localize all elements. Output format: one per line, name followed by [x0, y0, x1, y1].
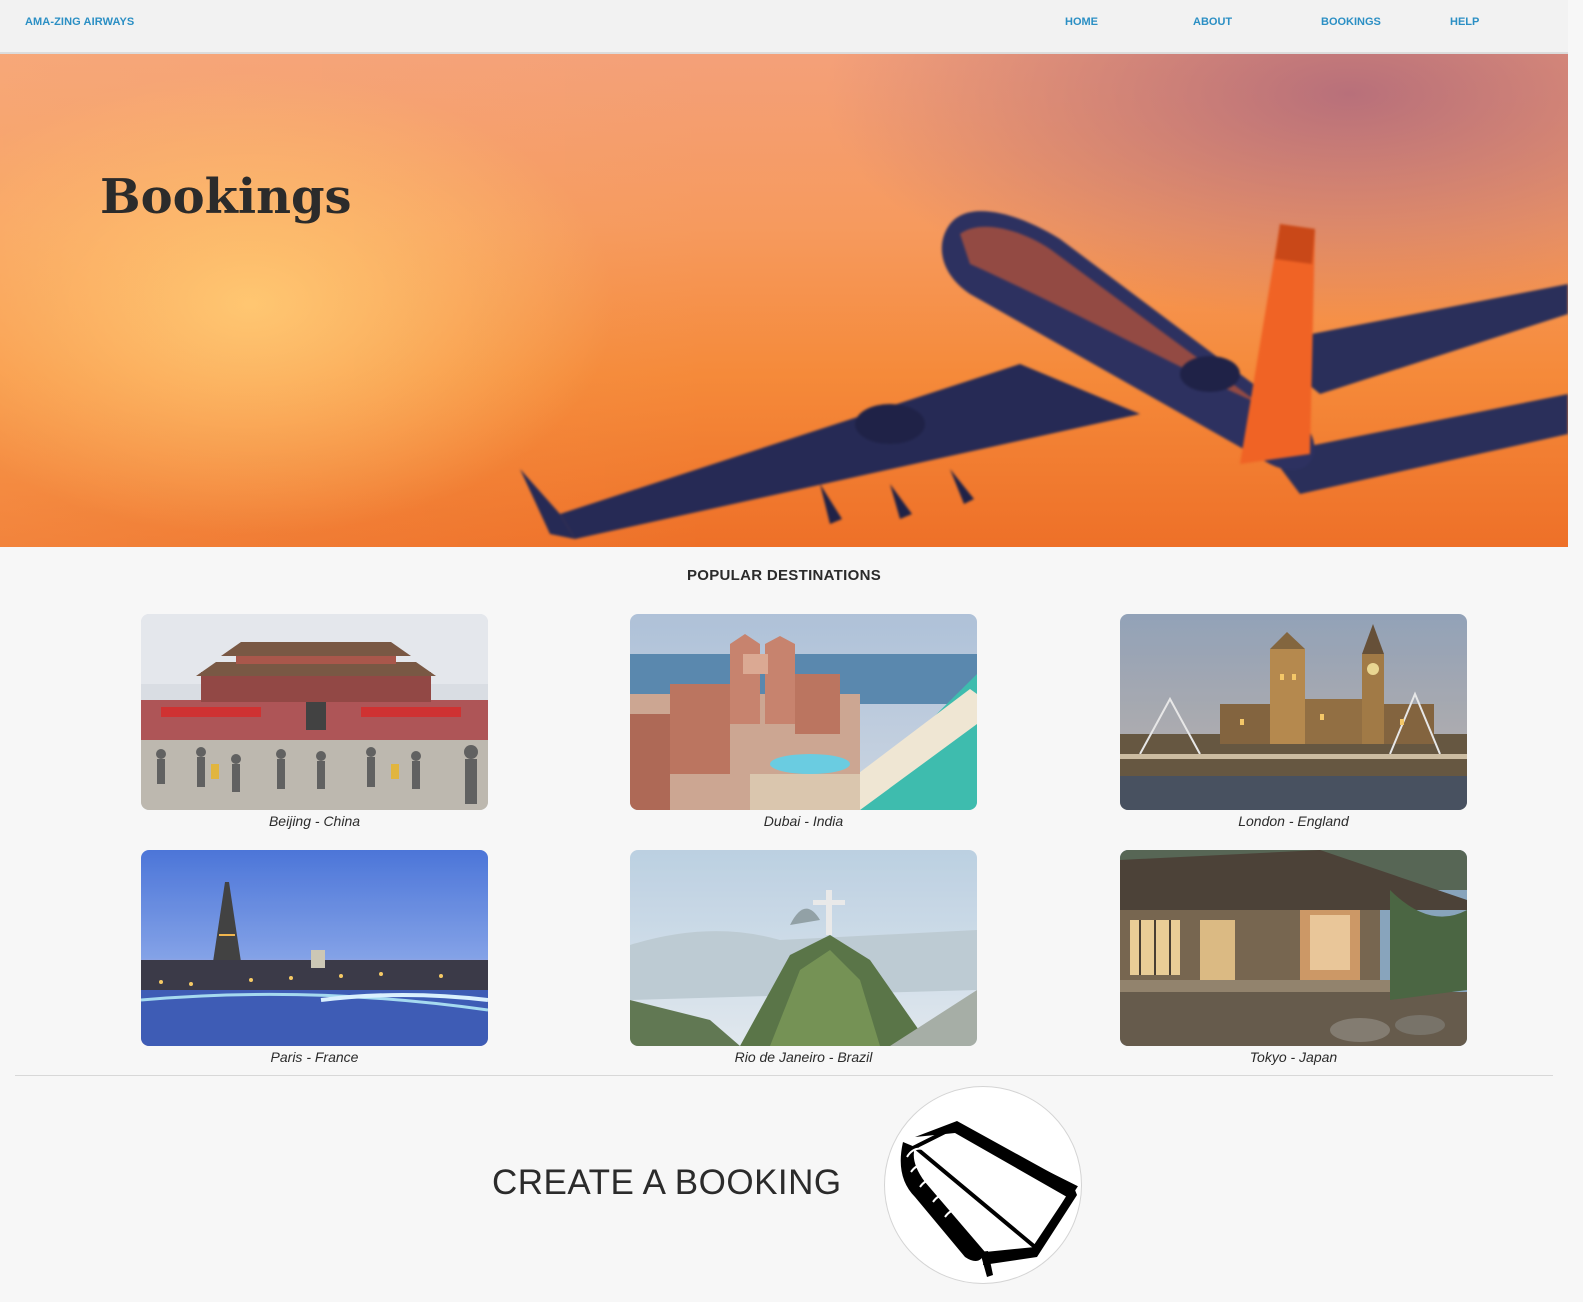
page-title: Bookings [100, 169, 352, 225]
destination-caption: Paris - France [270, 1049, 359, 1065]
scrollbar[interactable] [1568, 0, 1583, 1302]
destination-image-beijing[interactable] [141, 614, 488, 810]
hero-banner: Bookings [0, 54, 1568, 547]
destination-caption: London - England [1238, 813, 1349, 829]
destination-image-rio[interactable] [630, 850, 977, 1046]
destination-card-london[interactable]: London - England [1120, 614, 1467, 829]
destination-card-tokyo[interactable]: Tokyo - Japan [1120, 850, 1467, 1065]
top-navbar: AMA-ZING AIRWAYS HOME ABOUT BOOKINGS HEL… [0, 0, 1568, 54]
destination-card-beijing[interactable]: Beijing - China [141, 614, 488, 829]
section-divider [15, 1075, 1553, 1076]
destination-image-tokyo[interactable] [1120, 850, 1467, 1046]
destination-card-paris[interactable]: Paris - France [141, 850, 488, 1065]
create-booking-button[interactable] [884, 1086, 1082, 1284]
nav-bookings[interactable]: BOOKINGS [1321, 16, 1381, 28]
destination-card-dubai[interactable]: Dubai - India [630, 614, 977, 829]
destination-caption: Beijing - China [268, 813, 361, 829]
destination-card-rio[interactable]: Rio de Janeiro - Brazil [630, 850, 977, 1065]
nav-home[interactable]: HOME [1065, 16, 1098, 28]
destination-caption: Dubai - India [763, 813, 844, 829]
section-title: POPULAR DESTINATIONS [686, 567, 882, 584]
nav-help[interactable]: HELP [1450, 16, 1479, 28]
nav-about[interactable]: ABOUT [1193, 16, 1232, 28]
book-icon [900, 1121, 1078, 1277]
destination-caption: Rio de Janeiro - Brazil [734, 1049, 873, 1065]
create-booking-link[interactable]: CREATE A BOOKING [492, 1163, 842, 1203]
destination-image-paris[interactable] [141, 850, 488, 1046]
brand-logo-link[interactable]: AMA-ZING AIRWAYS [25, 16, 134, 28]
airplane-image [520, 211, 1568, 539]
destination-image-dubai[interactable] [630, 614, 977, 810]
destination-image-london[interactable] [1120, 614, 1467, 810]
destination-caption: Tokyo - Japan [1249, 1049, 1338, 1065]
